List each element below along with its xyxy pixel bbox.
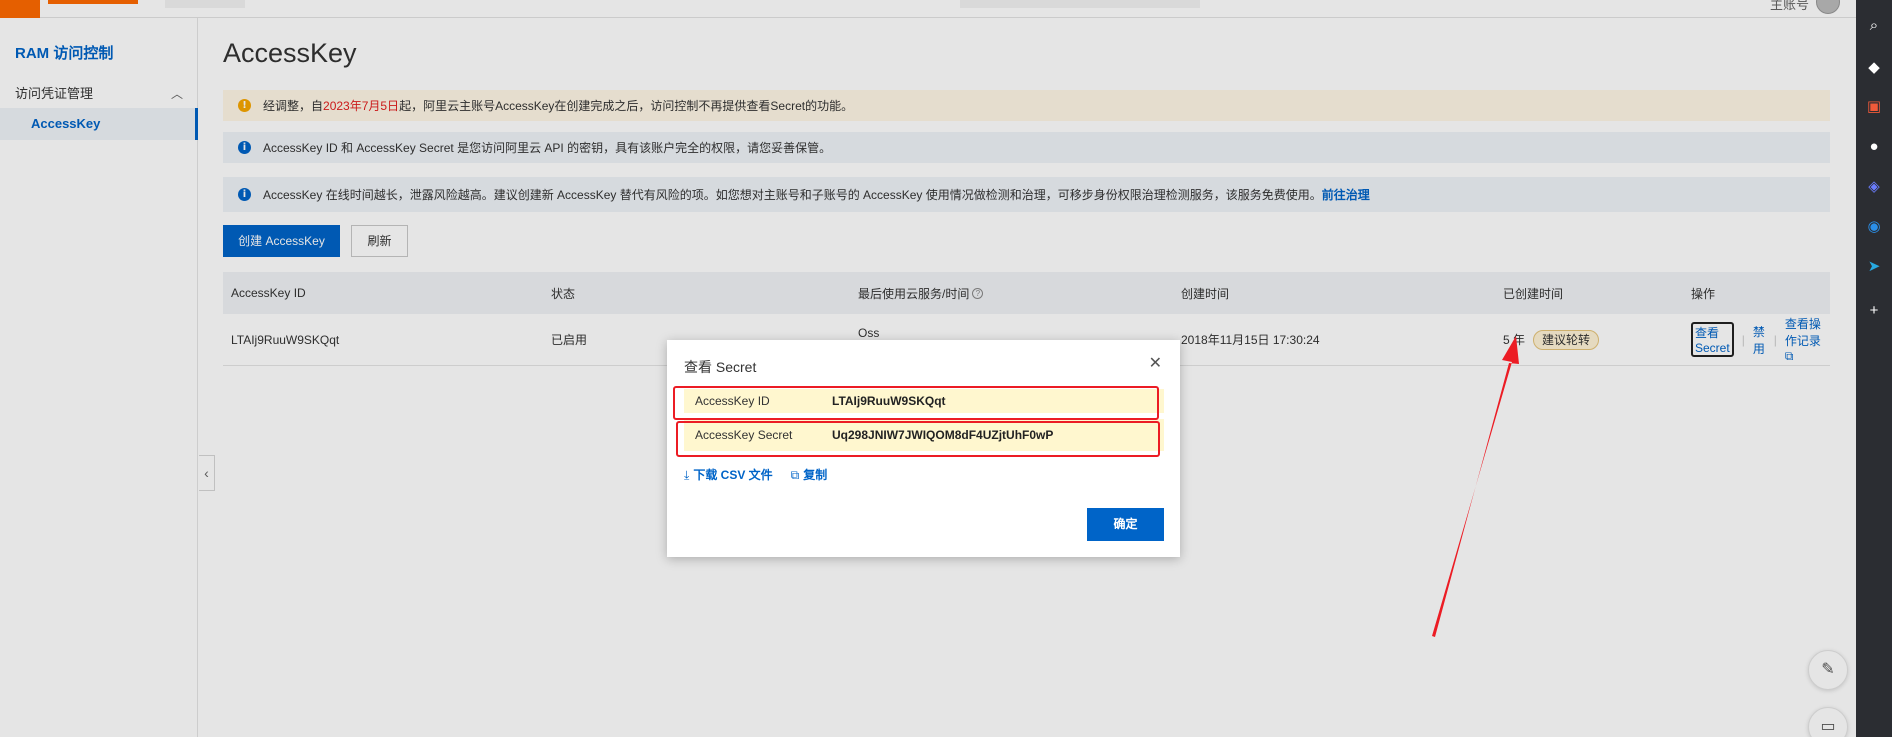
download-icon: ⤓	[684, 468, 690, 482]
toolbox-icon[interactable]: ▣	[1864, 97, 1884, 117]
dialog-actions: ⤓ 下载 CSV 文件 ⧉ 复制	[684, 466, 827, 483]
close-icon[interactable]: ✕	[1149, 353, 1162, 372]
plus-icon[interactable]: +	[1864, 301, 1884, 321]
user-icon[interactable]: ●	[1864, 137, 1884, 157]
download-csv-link[interactable]: ⤓ 下载 CSV 文件	[684, 466, 773, 483]
view-secret-dialog: 查看 Secret ✕ AccessKey ID LTAIj9RuuW9SKQq…	[667, 340, 1180, 557]
copy-link[interactable]: ⧉ 复制	[791, 466, 828, 483]
copy-icon: ⧉	[790, 468, 800, 482]
highlight-box-id	[673, 386, 1159, 420]
download-csv-label: 下载 CSV 文件	[693, 468, 773, 482]
confirm-button[interactable]: 确定	[1087, 508, 1164, 541]
tag-icon[interactable]: ◆	[1864, 58, 1884, 78]
search-icon[interactable]: ⌕	[1864, 16, 1884, 36]
outlook-icon[interactable]: ◉	[1864, 217, 1884, 237]
right-toolbar: ⌕ ◆ ▣ ● ◈ ◉ ➤ +	[1856, 0, 1892, 737]
copy-label: 复制	[803, 468, 828, 482]
dialog-title: 查看 Secret	[684, 359, 757, 375]
send-icon[interactable]: ➤	[1864, 257, 1884, 277]
highlight-box-secret	[676, 421, 1160, 457]
copilot-icon[interactable]: ◈	[1864, 177, 1884, 197]
